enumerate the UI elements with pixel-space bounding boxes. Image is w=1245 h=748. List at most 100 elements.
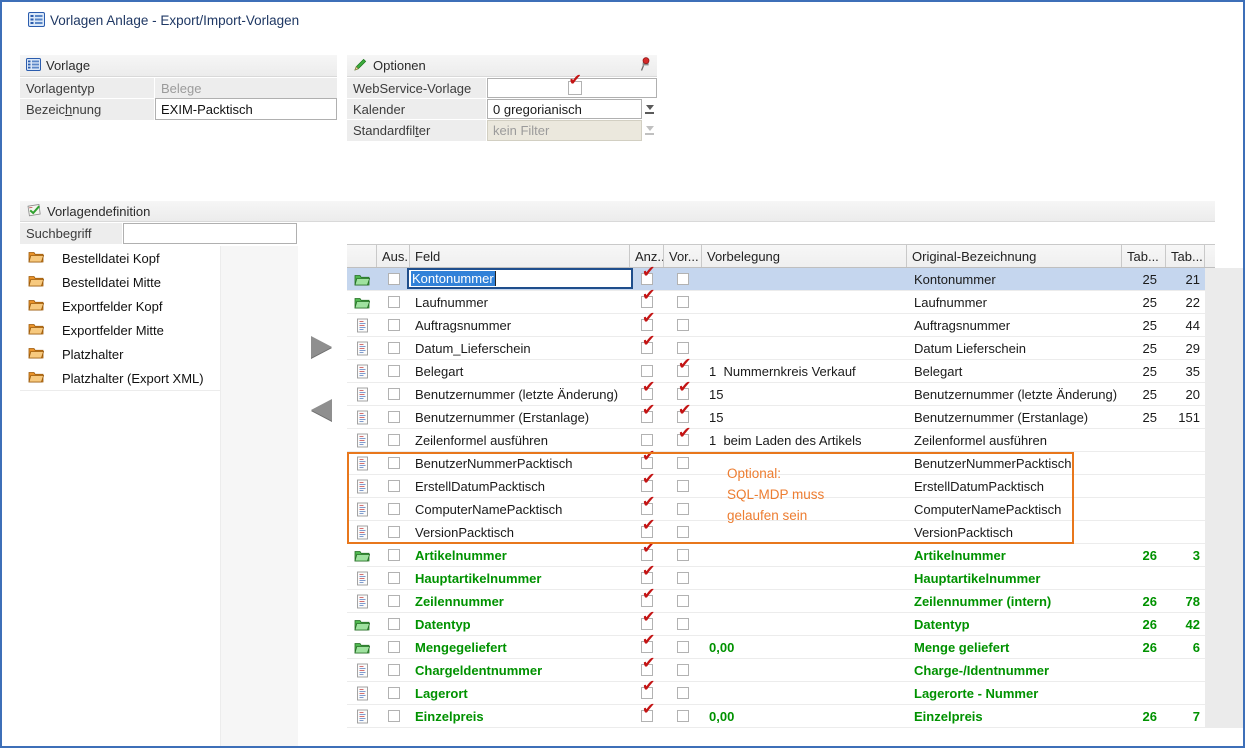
vor-checkbox[interactable] — [677, 296, 689, 308]
header-tab1[interactable]: Tab... — [1122, 245, 1166, 267]
anz-checkbox[interactable]: ✔ — [641, 503, 653, 515]
header-tab2[interactable]: Tab... — [1166, 245, 1205, 267]
header-icon-col[interactable] — [347, 245, 377, 267]
table-row[interactable]: Chargeldentnummer✔Charge-/Identnummer — [347, 659, 1205, 682]
kalender-dropdown-button[interactable] — [642, 99, 657, 119]
table-row[interactable]: Datum_Lieferschein✔Datum Lieferschein252… — [347, 337, 1205, 360]
table-row[interactable]: Zeilenformel ausführen✔1 beim Laden des … — [347, 429, 1205, 452]
vor-checkbox[interactable]: ✔ — [677, 411, 689, 423]
vorbelegung-cell[interactable] — [702, 475, 907, 497]
anz-checkbox[interactable]: ✔ — [641, 687, 653, 699]
vorbelegung-cell[interactable] — [702, 590, 907, 612]
aus-checkbox[interactable] — [388, 296, 400, 308]
feld-cell[interactable]: Mengegeliefert — [410, 636, 630, 658]
vorbelegung-cell[interactable] — [702, 452, 907, 474]
header-vor[interactable]: Vor... — [664, 245, 702, 267]
table-row[interactable]: Datentyp✔Datentyp2642 — [347, 613, 1205, 636]
anz-checkbox[interactable] — [641, 365, 653, 377]
feld-cell[interactable]: Zeilennummer — [410, 590, 630, 612]
header-vorbelegung[interactable]: Vorbelegung — [702, 245, 907, 267]
anz-checkbox[interactable]: ✔ — [641, 526, 653, 538]
folder-list-item[interactable]: Platzhalter — [20, 342, 220, 367]
aus-checkbox[interactable] — [388, 710, 400, 722]
aus-checkbox[interactable] — [388, 664, 400, 676]
aus-checkbox[interactable] — [388, 595, 400, 607]
feld-cell[interactable]: ComputerNamePacktisch — [410, 498, 630, 520]
vor-checkbox[interactable] — [677, 664, 689, 676]
vor-checkbox[interactable] — [677, 457, 689, 469]
feld-cell[interactable]: Kontonummer — [410, 268, 630, 290]
anz-checkbox[interactable]: ✔ — [641, 319, 653, 331]
vorbelegung-cell[interactable] — [702, 659, 907, 681]
table-row[interactable]: ComputerNamePacktisch✔ComputerNamePackti… — [347, 498, 1205, 521]
vor-checkbox[interactable] — [677, 480, 689, 492]
vor-checkbox[interactable] — [677, 641, 689, 653]
aus-checkbox[interactable] — [388, 273, 400, 285]
aus-checkbox[interactable] — [388, 618, 400, 630]
anz-checkbox[interactable]: ✔ — [641, 618, 653, 630]
webservice-checkbox[interactable]: ✔ — [568, 81, 582, 95]
aus-checkbox[interactable] — [388, 411, 400, 423]
feld-cell[interactable]: Chargeldentnummer — [410, 659, 630, 681]
folder-list-item[interactable]: Bestelldatei Mitte — [20, 270, 220, 295]
vorbelegung-cell[interactable] — [702, 567, 907, 589]
vorbelegung-cell[interactable] — [702, 613, 907, 635]
vorbelegung-cell[interactable]: 15 — [702, 406, 907, 428]
vorbelegung-cell[interactable]: 1 Nummernkreis Verkauf — [702, 360, 907, 382]
aus-checkbox[interactable] — [388, 365, 400, 377]
table-row[interactable]: Zeilennummer✔Zeilennummer (intern)2678 — [347, 590, 1205, 613]
vorbelegung-cell[interactable] — [702, 498, 907, 520]
aus-checkbox[interactable] — [388, 457, 400, 469]
table-row[interactable]: Benutzernummer (Erstanlage)✔✔15Benutzern… — [347, 406, 1205, 429]
vorbelegung-cell[interactable]: 15 — [702, 383, 907, 405]
anz-checkbox[interactable]: ✔ — [641, 572, 653, 584]
header-original-bezeichnung[interactable]: Original-Bezeichnung — [907, 245, 1122, 267]
table-row[interactable]: Mengegeliefert✔0,00Menge geliefert266 — [347, 636, 1205, 659]
table-row[interactable]: Laufnummer✔Laufnummer2522 — [347, 291, 1205, 314]
table-row[interactable]: Hauptartikelnummer✔Hauptartikelnummer — [347, 567, 1205, 590]
vor-checkbox[interactable] — [677, 342, 689, 354]
aus-checkbox[interactable] — [388, 687, 400, 699]
anz-checkbox[interactable]: ✔ — [641, 388, 653, 400]
feld-cell[interactable]: Datentyp — [410, 613, 630, 635]
anz-checkbox[interactable]: ✔ — [641, 342, 653, 354]
feld-cell[interactable]: Lagerort — [410, 682, 630, 704]
aus-checkbox[interactable] — [388, 319, 400, 331]
vor-checkbox[interactable] — [677, 503, 689, 515]
vor-checkbox[interactable]: ✔ — [677, 365, 689, 377]
anz-checkbox[interactable]: ✔ — [641, 595, 653, 607]
feld-cell[interactable]: Einzelpreis — [410, 705, 630, 727]
kalender-combobox[interactable]: 0 gregorianisch — [487, 99, 642, 119]
anz-checkbox[interactable]: ✔ — [641, 664, 653, 676]
aus-checkbox[interactable] — [388, 526, 400, 538]
aus-checkbox[interactable] — [388, 549, 400, 561]
table-row[interactable]: Benutzernummer (letzte Änderung)✔✔15Benu… — [347, 383, 1205, 406]
aus-checkbox[interactable] — [388, 388, 400, 400]
anz-checkbox[interactable]: ✔ — [641, 273, 653, 285]
move-left-arrow-button[interactable] — [311, 399, 332, 421]
header-feld[interactable]: Feld — [410, 245, 630, 267]
folder-list-item[interactable]: Exportfelder Kopf — [20, 294, 220, 319]
feld-cell[interactable]: BenutzerNummerPacktisch — [410, 452, 630, 474]
aus-checkbox[interactable] — [388, 641, 400, 653]
anz-checkbox[interactable]: ✔ — [641, 457, 653, 469]
pin-icon[interactable] — [639, 57, 651, 75]
anz-checkbox[interactable]: ✔ — [641, 480, 653, 492]
anz-checkbox[interactable]: ✔ — [641, 296, 653, 308]
vor-checkbox[interactable] — [677, 549, 689, 561]
table-row[interactable]: Auftragsnummer✔Auftragsnummer2544 — [347, 314, 1205, 337]
anz-checkbox[interactable] — [641, 434, 653, 446]
table-row[interactable]: ErstellDatumPacktisch✔ErstellDatumPackti… — [347, 475, 1205, 498]
vor-checkbox[interactable] — [677, 526, 689, 538]
vorbelegung-cell[interactable]: 0,00 — [702, 636, 907, 658]
feld-edit-input[interactable]: Kontonummer — [407, 268, 633, 289]
vor-checkbox[interactable] — [677, 319, 689, 331]
feld-cell[interactable]: VersionPacktisch — [410, 521, 630, 543]
aus-checkbox[interactable] — [388, 572, 400, 584]
vorbelegung-cell[interactable] — [702, 682, 907, 704]
folder-list-item[interactable]: Exportfelder Mitte — [20, 318, 220, 343]
vorbelegung-cell[interactable] — [702, 268, 907, 290]
feld-cell[interactable]: Zeilenformel ausführen — [410, 429, 630, 451]
vor-checkbox[interactable]: ✔ — [677, 388, 689, 400]
anz-checkbox[interactable]: ✔ — [641, 641, 653, 653]
